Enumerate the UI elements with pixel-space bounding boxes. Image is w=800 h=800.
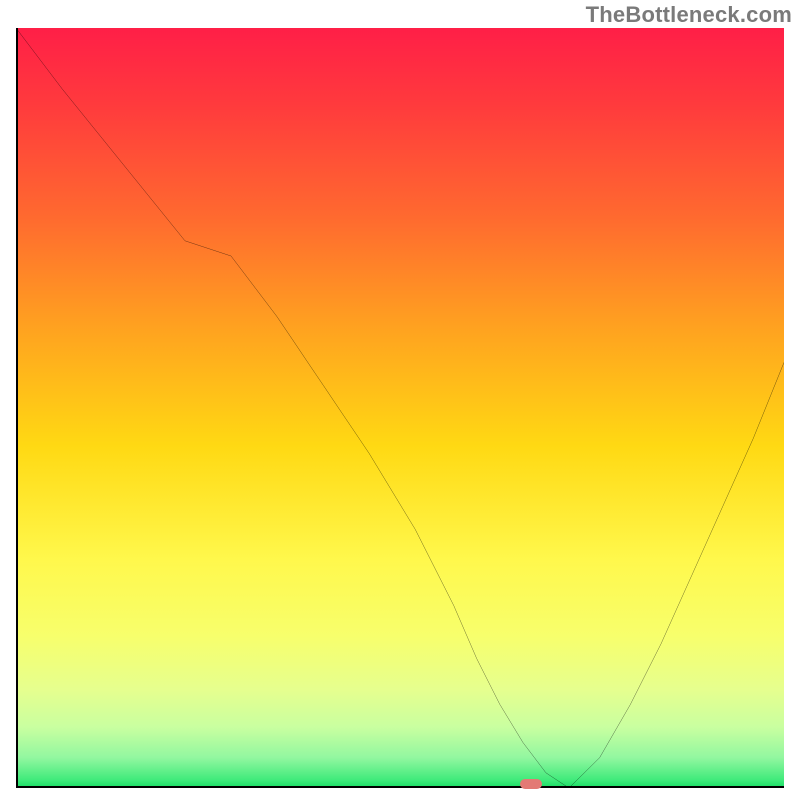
- bottleneck-chart: TheBottleneck.com: [0, 0, 800, 800]
- bottleneck-curve: [16, 28, 784, 788]
- optimum-marker: [520, 779, 542, 789]
- plot-area: [16, 28, 784, 788]
- watermark-text: TheBottleneck.com: [586, 2, 792, 28]
